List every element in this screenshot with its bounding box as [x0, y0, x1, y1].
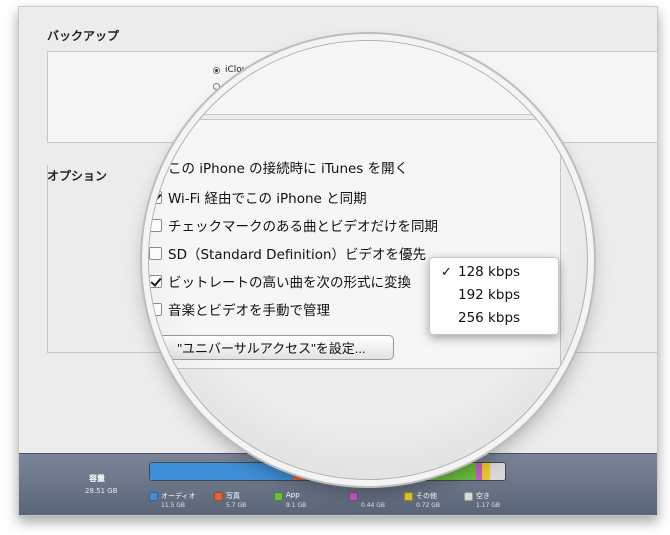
legend-value: 0.44 GB — [361, 502, 386, 509]
legend-swatch — [149, 492, 158, 501]
option-row-3[interactable]: SD（Standard Definition）ビデオを優先 — [149, 242, 426, 264]
legend-name: App — [286, 491, 300, 499]
legend-name: オーディオ — [161, 492, 196, 500]
legend-name: 空き — [476, 492, 490, 500]
legend-value: 1.17 GB — [476, 502, 501, 509]
option-checkbox[interactable] — [149, 190, 162, 204]
option-label: ビットレートの高い曲を次の形式に変換 — [168, 275, 411, 291]
option-label: チェックマークのある曲とビデオだけを同期 — [168, 219, 438, 235]
legend-name: 写真 — [226, 492, 240, 500]
option-row-0[interactable]: この iPhone の接続時に iTunes を開く — [149, 156, 408, 178]
option-checkbox[interactable] — [149, 246, 162, 260]
option-row-5[interactable]: 音楽とビデオを手動で管理 — [149, 298, 330, 320]
option-checkbox[interactable] — [149, 160, 162, 174]
option-label: Wi-Fi 経由でこの iPhone と同期 — [168, 191, 367, 207]
legend-value: 5.7 GB — [226, 502, 247, 509]
legend-swatch — [349, 492, 358, 501]
backup-section-title: バックアップ — [47, 29, 120, 43]
option-row-2[interactable]: チェックマークのある曲とビデオだけを同期 — [149, 214, 438, 236]
capacity-label: 容量 — [89, 474, 105, 483]
option-label: 音楽とビデオを手動で管理 — [168, 303, 330, 319]
legend-value: 0.72 GB — [416, 502, 441, 509]
legend-swatch — [214, 492, 223, 501]
legend-value: 9.1 GB — [286, 502, 307, 509]
legend-value: 11.5 GB — [161, 502, 186, 509]
legend-swatch — [464, 492, 473, 501]
option-row-4[interactable]: ビットレートの高い曲を次の形式に変換 — [149, 270, 411, 292]
backup-box-magnified — [149, 41, 561, 115]
bitrate-option-192[interactable]: 192 kbps — [458, 287, 520, 303]
universal-access-button[interactable]: "ユニバーサルアクセス"を設定... — [149, 335, 394, 360]
option-checkbox[interactable] — [149, 274, 162, 288]
option-checkbox[interactable] — [149, 302, 162, 316]
option-row-1[interactable]: Wi-Fi 経由でこの iPhone と同期 — [149, 186, 367, 208]
option-label: この iPhone の接続時に iTunes を開く — [168, 161, 409, 177]
option-checkbox[interactable] — [149, 218, 162, 232]
bitrate-option-256[interactable]: 256 kbps — [458, 310, 520, 326]
legend-swatch — [274, 492, 283, 501]
legend-name: その他 — [416, 492, 437, 500]
legend-swatch — [404, 492, 413, 501]
bitrate-popup-menu[interactable]: ✓ 128 kbps 192 kbps 256 kbps — [429, 257, 559, 335]
magnifier-lens: この iPhone の接続時に iTunes を開く Wi-Fi 経由でこの iP… — [148, 40, 588, 480]
checkmark-icon: ✓ — [441, 265, 452, 280]
option-label: SD（Standard Definition）ビデオを優先 — [168, 247, 427, 263]
bitrate-option-128[interactable]: 128 kbps — [458, 264, 520, 280]
capacity-value: 28.51 GB — [85, 487, 118, 495]
